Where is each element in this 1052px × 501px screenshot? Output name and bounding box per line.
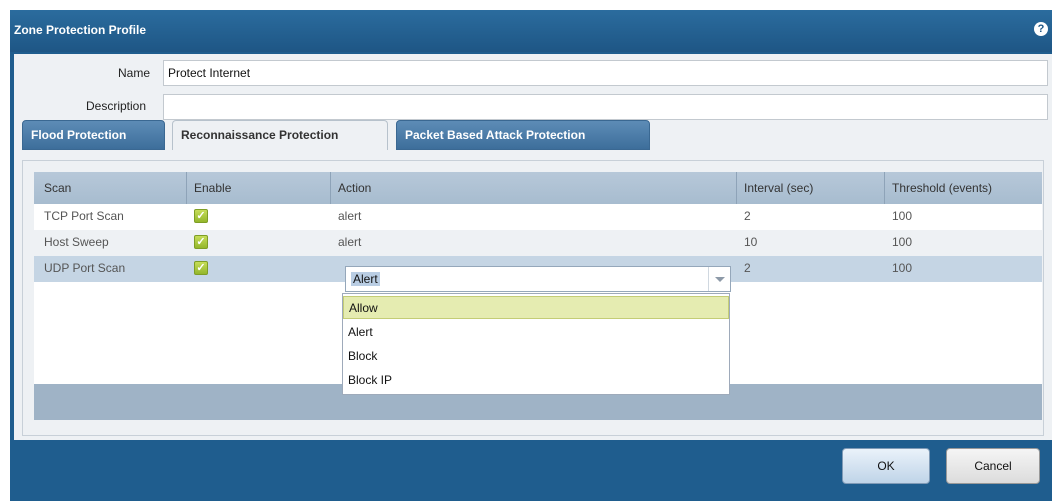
action-dropdown-list: Allow Alert Block Block IP	[342, 293, 730, 395]
cell-action: alert	[338, 209, 362, 223]
cancel-button[interactable]: Cancel	[946, 448, 1040, 484]
tab-flood-protection[interactable]: Flood Protection	[22, 120, 165, 150]
action-select[interactable]: Alert	[345, 266, 731, 292]
dialog-title: Zone Protection Profile	[14, 23, 147, 37]
action-select-value[interactable]: Alert	[351, 272, 380, 286]
table-row[interactable]: Host Sweep ✓ alert 10 100	[34, 230, 1042, 256]
help-icon[interactable]: ?	[1034, 22, 1048, 36]
tab-packet-based-attack-protection[interactable]: Packet Based Attack Protection	[396, 120, 650, 150]
dialog-title-bar: Zone Protection Profile ?	[10, 10, 1052, 52]
cell-action: alert	[338, 235, 362, 249]
header-interval[interactable]: Interval (sec)	[744, 181, 813, 195]
cell-interval: 2	[744, 261, 751, 275]
enable-checkbox[interactable]: ✓	[194, 209, 208, 223]
cell-scan: TCP Port Scan	[44, 209, 124, 223]
option-block-ip[interactable]: Block IP	[343, 369, 729, 392]
header-enable[interactable]: Enable	[194, 181, 231, 195]
description-input[interactable]	[163, 94, 1048, 120]
header-action[interactable]: Action	[338, 181, 371, 195]
enable-checkbox[interactable]: ✓	[194, 235, 208, 249]
chevron-down-icon[interactable]	[708, 267, 730, 291]
cell-threshold: 100	[892, 261, 913, 275]
option-alert[interactable]: Alert	[343, 321, 729, 344]
name-input[interactable]: Protect Internet	[163, 60, 1048, 86]
name-label: Name	[118, 66, 151, 80]
header-scan[interactable]: Scan	[44, 181, 71, 195]
table-row[interactable]: TCP Port Scan ✓ alert 2 100	[34, 204, 1042, 230]
cell-scan: Host Sweep	[44, 235, 109, 249]
header-threshold[interactable]: Threshold (events)	[892, 181, 992, 195]
option-block[interactable]: Block	[343, 345, 729, 368]
cell-threshold: 100	[892, 209, 913, 223]
ok-button[interactable]: OK	[842, 448, 930, 484]
cell-interval: 2	[744, 209, 751, 223]
cell-interval: 10	[744, 235, 758, 249]
cell-threshold: 100	[892, 235, 913, 249]
table-header: Scan Enable Action Interval (sec) Thresh…	[34, 172, 1042, 205]
tab-reconnaissance-protection[interactable]: Reconnaissance Protection	[172, 120, 388, 150]
description-label: Description	[86, 99, 147, 113]
cell-scan: UDP Port Scan	[44, 261, 126, 275]
option-allow[interactable]: Allow	[343, 296, 729, 319]
enable-checkbox[interactable]: ✓	[194, 261, 208, 275]
